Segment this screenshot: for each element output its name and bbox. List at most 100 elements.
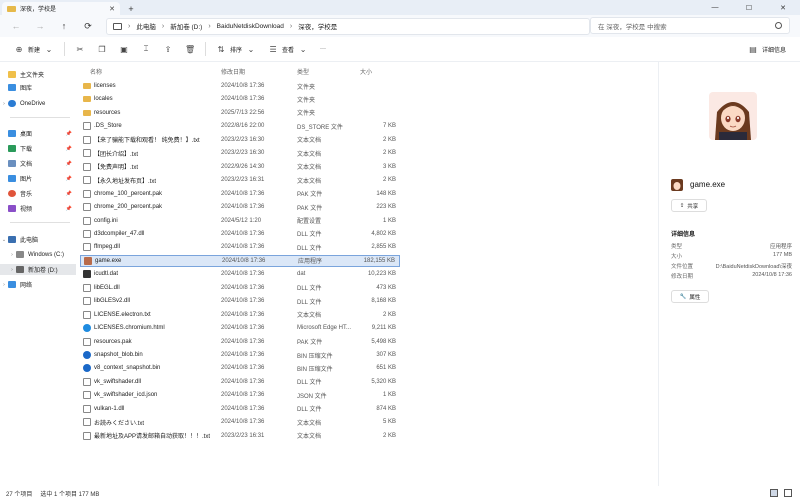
share-file-button[interactable]: ⇪ 共享 [671,199,707,212]
file-row[interactable]: 最新地址及APP请发邮箱自动获取！！！.txt 2023/2/23 16:31 文本… [80,430,400,442]
sidebar-item-videos[interactable]: 视频 📌 [0,203,76,214]
file-row[interactable]: icudtl.dat 2024/10/8 17:36 dat 10,223 KB [80,268,400,280]
file-row[interactable]: 【永久地址发布页】.txt 2023/2/23 16:31 文本文档 2 KB [80,174,400,186]
close-button[interactable]: ✕ [766,0,800,15]
new-tab-button[interactable]: + [124,2,138,15]
file-type: 文件夹 [297,84,316,91]
chevron-right-icon[interactable]: › [290,23,292,30]
file-row[interactable]: 【来了骗能下载和观看！ 纯免费！】.txt 2023/2/23 16:30 文本文档… [80,134,400,146]
prop-value-location[interactable]: D:\BaiduNetdiskDownload\深夜 [716,262,792,270]
sidebar-item-drive-d[interactable]: › 新加卷 (D:) [0,264,76,275]
sidebar-item-documents[interactable]: 文档 📌 [0,158,76,169]
file-row[interactable]: LICENSES.chromium.html 2024/10/8 17:36 Mic… [80,322,400,334]
chevron-right-icon[interactable]: › [0,282,8,288]
file-row[interactable]: game.exe 2024/10/8 17:36 应用程序 182,155 KB [80,254,400,267]
sidebar-item-music[interactable]: 音乐 📌 [0,188,76,199]
file-date: 2024/10/8 17:36 [221,244,265,251]
forward-button[interactable]: → [28,17,52,35]
file-row[interactable]: d3dcompiler_47.dll 2024/10/8 17:36 DLL 文件 4… [80,228,400,240]
file-date: 2024/10/8 17:36 [221,378,265,385]
chevron-right-icon[interactable]: › [0,101,8,107]
up-button[interactable]: ↑ [52,17,76,35]
file-icon [83,283,91,292]
minimize-button[interactable]: — [698,0,732,15]
paste-button[interactable]: ▣ [113,40,135,58]
rename-button[interactable]: ⌶ [135,40,157,58]
file-type: 文本文档 [297,434,322,441]
breadcrumb-baidu-download[interactable]: BaiduNetdiskDownload [217,23,284,30]
view-button[interactable]: ☰ 查看 ⌄ [262,40,314,58]
breadcrumb-current-folder[interactable]: 深夜，学校是 [298,21,337,31]
details-icon: ▤ [749,44,757,54]
sidebar-item-gallery[interactable]: 图库 [0,82,76,93]
sidebar-item-home[interactable]: 主文件夹 [0,69,76,80]
delete-button[interactable]: 🗑 [179,40,201,58]
tiles-view-icon[interactable] [784,489,792,497]
file-row[interactable]: locales 2024/10/8 17:36 文件夹 [80,93,400,105]
breadcrumb-drive-d[interactable]: 新加卷 (D:) [170,21,202,31]
maximize-button[interactable]: ☐ [732,0,766,15]
prop-value-type: 应用程序 [769,244,792,250]
properties-button[interactable]: 🔧 属性 [671,290,709,303]
file-row[interactable]: snapshot_blob.bin 2024/10/8 17:36 BIN 压缩文件… [80,349,400,361]
file-row[interactable]: libEGL.dll 2024/10/8 17:36 DLL 文件 473 KB [80,282,400,294]
file-row[interactable]: config.ini 2024/5/12 1:20 配置设置 1 KB [80,215,400,227]
file-date: 2023/2/23 16:30 [221,150,265,157]
back-button[interactable]: ← [4,17,28,35]
file-row[interactable]: vk_swiftshader_icd.json 2024/10/8 17:36 JS… [80,389,400,401]
new-button[interactable]: ⊕ 新建 ⌄ [8,40,60,58]
chevron-right-icon[interactable]: › [162,23,164,30]
sidebar-item-network[interactable]: › 网络 [0,279,76,290]
file-type: DLL 文件 [297,232,322,239]
share-button[interactable]: ⇪ [157,40,179,58]
details-view-icon[interactable] [770,489,778,497]
file-date: 2024/10/8 17:36 [221,298,265,305]
copy-button[interactable]: ❐ [91,40,113,58]
column-header-size[interactable]: 大小 [360,67,372,76]
sidebar-item-this-pc[interactable]: ⌄ 此电脑 [0,234,76,245]
refresh-button[interactable]: ⟳ [76,17,100,35]
sidebar-item-desktop[interactable]: 桌面 📌 [0,128,76,139]
file-row[interactable]: chrome_100_percent.pak 2024/10/8 17:36 PAK… [80,188,400,200]
file-name: locales [94,96,113,103]
chevron-right-icon[interactable]: › [8,252,16,258]
sort-button[interactable]: ⇅ 排序 ⌄ [210,40,262,58]
search-input[interactable]: 在 深夜，学校是 中搜索 [590,17,790,34]
folder-icon [83,83,91,89]
column-header-type[interactable]: 类型 [297,67,309,76]
sidebar-item-downloads[interactable]: 下载 📌 [0,143,76,154]
tab-close-icon[interactable]: ✕ [109,5,115,13]
more-button[interactable]: ··· [314,40,332,58]
file-row[interactable]: vk_swiftshader.dll 2024/10/8 17:36 DLL 文件 5… [80,376,400,388]
chevron-right-icon[interactable]: › [208,23,210,30]
file-name: game.exe [95,257,122,264]
column-header-date[interactable]: 修改日期 [221,67,245,76]
chevron-right-icon[interactable]: › [128,23,130,30]
file-type: 文本文档 [297,151,322,158]
file-row[interactable]: 【团长介绍】.txt 2023/2/23 16:30 文本文档 2 KB [80,147,400,159]
breadcrumb[interactable]: › 此电脑 › 新加卷 (D:) › BaiduNetdiskDownload … [106,17,590,35]
file-row[interactable]: 【免费声明】.txt 2022/9/26 14:30 文本文档 3 KB [80,161,400,173]
tab-current-folder[interactable]: 深夜，学校是 ✕ [2,2,120,15]
file-row[interactable]: .DS_Store 2022/8/16 22:00 DS_STORE 文件 7 KB [80,120,400,132]
file-row[interactable]: vulkan-1.dll 2024/10/8 17:36 DLL 文件 874 KB [80,403,400,415]
chevron-down-icon[interactable]: ⌄ [0,237,8,243]
cut-button[interactable]: ✂ [69,40,91,58]
file-row[interactable]: v8_context_snapshot.bin 2024/10/8 17:36 BI… [80,362,400,374]
details-pane-button[interactable]: ▤ 详细信息 [742,40,792,58]
cloud-icon [8,100,16,107]
file-row[interactable]: resources.pak 2024/10/8 17:36 PAK 文件 5,498 … [80,336,400,348]
file-row[interactable]: licenses 2024/10/8 17:36 文件夹 [80,80,400,92]
file-row[interactable]: LICENSE.electron.txt 2024/10/8 17:36 文本文档 2… [80,309,400,321]
breadcrumb-this-pc[interactable]: 此电脑 [136,21,156,31]
file-row[interactable]: お読みください.txt 2024/10/8 17:36 文本文档 5 KB [80,416,400,428]
file-row[interactable]: ffmpeg.dll 2024/10/8 17:36 DLL 文件 2,855 KB [80,241,400,253]
sidebar-item-pictures[interactable]: 图片 📌 [0,173,76,184]
file-row[interactable]: chrome_200_percent.pak 2024/10/8 17:36 PAK… [80,201,400,213]
file-row[interactable]: resources 2025/7/13 22:56 文件夹 [80,107,400,119]
column-header-name[interactable]: 名称 [90,67,102,76]
file-row[interactable]: libGLESv2.dll 2024/10/8 17:36 DLL 文件 8,168 … [80,295,400,307]
sidebar-item-drive-c[interactable]: › Windows (C:) [0,249,76,260]
sidebar-item-onedrive[interactable]: › OneDrive [0,98,76,109]
chevron-right-icon[interactable]: › [8,267,16,273]
